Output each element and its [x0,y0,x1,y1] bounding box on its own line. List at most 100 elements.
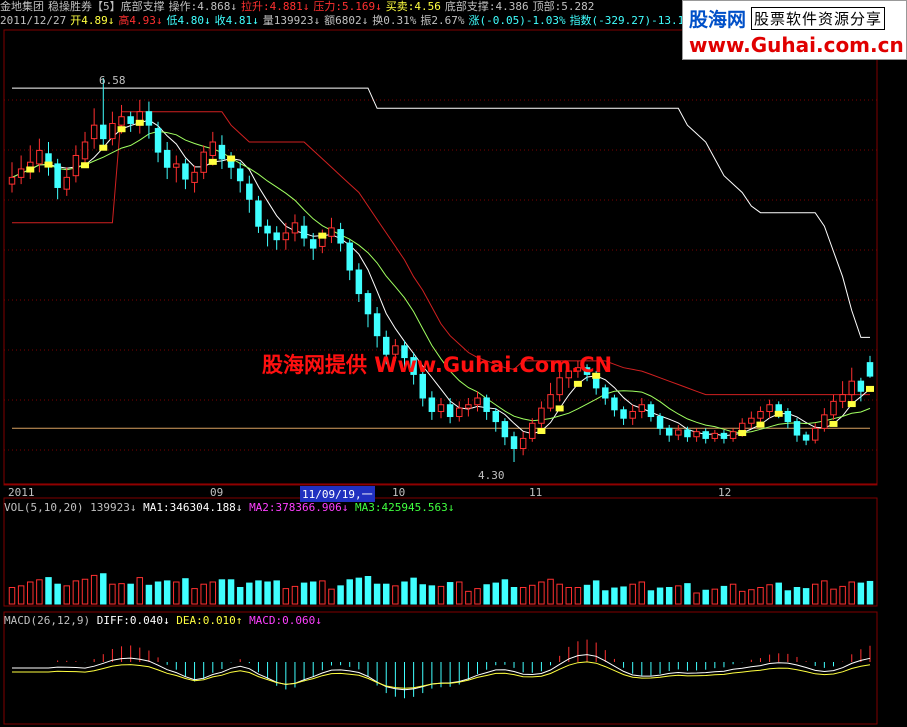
vol-bar-49 [456,581,463,605]
trend-marker-94 [866,385,874,392]
candle-body-23 [218,144,226,160]
candle-body-90 [830,400,837,416]
vol-bar-39 [364,576,372,605]
vol-bar-20 [191,588,198,605]
candle-body-73 [675,429,682,436]
vol-bar-45 [419,584,426,605]
vol-bar-25 [236,587,244,605]
vol-bar-15 [145,584,153,605]
candle-body-77 [711,432,719,439]
vol-bar-38 [355,577,363,605]
vol-bar-52 [483,584,490,605]
axis-label-0: 2011 [8,486,35,499]
trend-marker-4 [44,161,53,168]
vol-bar-56 [519,587,527,605]
vol-bar-81 [748,589,755,605]
candle-body-30 [282,232,290,241]
candle-body-51 [474,397,481,406]
vol-bar-85 [784,590,792,605]
candle-body-87 [802,434,810,441]
vol-bar-13 [127,583,134,605]
price-ma10-line [11,130,871,434]
candle-body-71 [656,416,664,429]
candle-body-47 [437,404,445,412]
candle-body-18 [173,163,180,168]
vol-bar-22 [209,581,217,605]
ohlc-item-9: 涨(-0.05)-1.03% [468,14,566,27]
vol-bar-86 [793,587,801,605]
trend-marker-12 [117,126,126,133]
vol-bar-63 [583,584,591,605]
watermark: 股海网提供 Www.Guhai.Com.CN [262,353,613,377]
trend-marker-80 [738,430,747,437]
candle-body-89 [821,414,828,429]
candle-body-20 [191,171,198,183]
ohlc-item-2: 高4.93↓ [118,14,163,27]
vol-bar-31 [291,585,299,605]
candle-body-46 [428,397,436,412]
indicator-item-4: 压力:5.169↓ [313,0,382,13]
vol-bar-70 [647,590,655,605]
vol-bar-51 [474,588,481,605]
candle-body-88 [811,427,819,441]
candle-body-0 [8,176,16,185]
vol-bar-46 [428,585,436,605]
vol-bar-48 [446,582,454,605]
candle-body-57 [529,422,536,439]
ohlc-item-6: 额6802↓ [324,14,369,27]
logo-tagline: 股票软件资源分享 [751,7,886,30]
candle-body-91 [839,394,846,402]
vol-bar-73 [675,585,682,605]
vol-bar-84 [775,582,782,605]
candle-body-85 [784,410,792,423]
candle-body-48 [446,404,454,418]
candle-body-13 [127,116,134,124]
vol-bar-5 [54,583,61,605]
vol-bar-89 [821,580,828,605]
ohlc-item-8: 振2.67% [420,14,465,27]
vol-bar-40 [373,583,381,605]
axis-label-2: 11/09/19,一 [300,486,375,502]
candle-body-75 [693,431,700,438]
vol-bar-88 [811,583,819,605]
vol-bar-61 [565,587,573,605]
vol-bar-2 [27,581,34,605]
candle-body-83 [766,404,773,412]
vol-bar-21 [200,583,207,605]
vol-bar-8 [81,578,89,605]
candle-body-27 [255,200,262,227]
vol-bar-80 [738,590,746,605]
vol-bar-43 [401,581,408,605]
candle-body-86 [793,421,801,436]
candle-body-10 [100,124,107,140]
trend-marker-58 [537,428,546,435]
candle-body-54 [501,421,509,438]
candle-body-84 [775,404,782,412]
candle-body-17 [163,149,171,168]
candle-body-58 [538,407,545,424]
vol-bar-3 [36,579,43,605]
vol-bar-26 [246,582,253,605]
vol-bar-75 [693,592,700,605]
candle-body-8 [81,141,89,160]
candle-body-32 [300,225,308,239]
candle-body-93 [857,380,865,392]
vol-bar-92 [848,581,855,605]
vol-title: VOL(5,10,20) [4,501,84,514]
vol-bar-58 [538,581,545,605]
vol-bar-1 [17,585,25,605]
axis-label-4: 11 [529,486,543,499]
vol-bar-59 [547,578,554,605]
ohlc-item-5: 量139923↓ [262,14,321,27]
guhai-logo[interactable]: 股海网 股票软件资源分享 www.Guhai.com.cn [682,0,907,60]
vol-bar-42 [392,585,399,605]
candle-body-3 [36,149,43,165]
candle-body-55 [510,436,518,450]
candle-body-94 [866,362,874,377]
candle-body-60 [556,377,563,396]
low-price-label: 4.30 [478,469,505,482]
indicator-header: 金地集团 稳操胜券【5】底部支撑 操作:4.868↓ 拉升:4.881↓ 压力:5.16… [0,0,598,14]
ohlc-item-1: 开4.89↓ [70,14,115,27]
vol-bar-54 [501,579,509,605]
candle-body-59 [547,394,554,409]
